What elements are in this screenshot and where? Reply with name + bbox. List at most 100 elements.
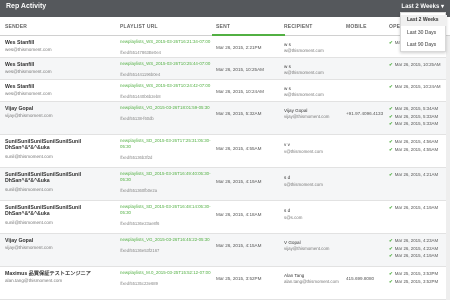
open-entry: ✔ Mar 26, 2015, 4:19AM	[389, 253, 438, 259]
open-timestamp: Mar 26, 2015, 10:25AM	[394, 62, 441, 67]
recipient-name: v v	[284, 142, 290, 147]
open-entry: ✔ Mar 25, 2015, 3:53PM	[389, 271, 438, 277]
table-row[interactable]: Vijay Gopal vijay@thismoment.com newplayli…	[0, 102, 450, 135]
sender-name: Wes Stanfill	[5, 62, 35, 68]
playlist-link[interactable]: newplaylists_M.0_2015-03-25T15:52:12-07:…	[120, 270, 212, 276]
open-timestamp: Mar 26, 2015, 4:21AM	[394, 172, 439, 177]
playlist-url[interactable]: /fxed/551440b6b2eb8	[120, 94, 161, 99]
recipient-name: V Gopal	[284, 240, 301, 245]
open-entry: ✔ Mar 26, 2015, 10:24AM	[389, 84, 441, 90]
sender-email: sunil@thismoment.com	[5, 187, 53, 192]
table-row[interactable]: Maximus 品質保証テストエンジニア alan.tang@thismoment…	[0, 267, 450, 300]
recipient-email: w@thismoment.com	[284, 70, 324, 75]
recipient-name: w s	[284, 64, 291, 69]
option-last-30-days[interactable]: Last 30 Days	[401, 28, 447, 39]
sender-name: SuniISuniISuniISuniISuniISuniI DhSan^&*&…	[5, 205, 82, 217]
playlist-url[interactable]: /fxed/55136b3f2d	[120, 155, 152, 160]
playlist-link[interactable]: newplaylists_WS_2015-03-26T10:24:42-07:0…	[120, 83, 212, 89]
check-icon: ✔	[389, 113, 393, 119]
open-entry: ✔ Mar 26, 2015, 4:55AM	[389, 147, 438, 153]
recipient-email: vijay@thismoment.com	[284, 246, 330, 251]
mobile-number: 415.699.8080	[346, 276, 375, 281]
open-timestamp: Mar 26, 2015, 4:22AM	[394, 245, 439, 251]
recipient-name: Alan Tang	[284, 273, 305, 278]
playlist-link[interactable]: newplaylists_WS_2015-03-26T10:25:44-07:0…	[120, 61, 212, 67]
column-recipient[interactable]: RECIPIENT	[284, 24, 312, 30]
open-timestamp: Mar 26, 2015, 5:33AM	[394, 121, 439, 126]
sent-date: Mar 26, 2015, 4:18AM	[216, 212, 262, 217]
playlist-link[interactable]: newplaylists_WS_2015-03-26T16:21:34-07:0…	[120, 39, 212, 45]
open-entry: ✔ Mar 26, 2015, 10:25AM	[389, 62, 441, 68]
check-icon: ✔	[389, 172, 393, 177]
check-icon: ✔	[389, 245, 393, 251]
playlist-link[interactable]: newplaylists_VG_2015-03-26T18:01:59-05:3…	[120, 105, 212, 111]
playlist-url[interactable]: /fxed/551360fb0e2a	[120, 188, 157, 193]
mobile-number: +91.97.4096.4133	[346, 111, 384, 116]
playlist-url[interactable]: /fxed/55135c23e689	[120, 281, 158, 286]
table-row[interactable]: SuniISuniISuniISuniISuniISuniI DhSan^&*&…	[0, 201, 450, 234]
recipient-name: s d	[284, 208, 291, 213]
open-entry: ✔ Mar 26, 2015, 5:33AM	[389, 114, 438, 120]
recipient-name: Vijay Gopal	[284, 108, 308, 113]
scrollbar[interactable]	[446, 36, 450, 300]
sent-date: Mar 26, 2015, 5:32AM	[216, 111, 262, 116]
sender-email: vijay@thismoment.com	[5, 245, 53, 250]
playlist-url[interactable]: /fxed/55136e23ae8f6	[120, 221, 159, 226]
recipient-name: w s	[284, 86, 291, 91]
playlist-link[interactable]: newplaylists_SD_2015-03-26T17:25:31:05:3…	[120, 138, 212, 149]
open-entry: ✔ Mar 26, 2015, 4:23AM	[389, 238, 438, 244]
recipient-email: v@thismoment.com	[284, 149, 323, 154]
sender-name: SuniISuniISuniISuniISuniISuniI DhSan^&*&…	[5, 139, 82, 151]
column-sender[interactable]: SENDER	[5, 24, 27, 30]
sender-name: Wes Stanfill	[5, 40, 35, 46]
open-entry: ✔ Mar 26, 2015, 4:22AM	[389, 246, 438, 252]
table-row[interactable]: Wes Stanfill wes@thismoment.com newplaylis…	[0, 36, 450, 58]
recipient-name: s d	[284, 175, 291, 180]
sender-name: Maximus 品質保証テストエンジニア	[5, 271, 91, 277]
playlist-url[interactable]: /fxed/55138-f60db	[120, 116, 154, 121]
recipient-email: s@thismoment.com	[284, 182, 323, 187]
table-row[interactable]: Vijay Gopal vijay@thismoment.com newplayli…	[0, 234, 450, 267]
sent-date: Mar 26, 2015, 10:24AM	[216, 89, 265, 94]
table-row[interactable]: SuniISuniISuniISuniISuniISuniI DhSan^&*&…	[0, 135, 450, 168]
playlist-link[interactable]: newplaylists_VG_2015-03-26T16:45:22-05:3…	[120, 237, 212, 243]
date-range-button[interactable]: Last 2 Weeks ▾	[401, 3, 444, 10]
check-icon: ✔	[389, 121, 393, 126]
sent-date: Mar 26, 2015, 4:15AM	[216, 243, 262, 248]
open-entry: ✔ Mar 26, 2015, 4:21AM	[389, 172, 438, 178]
sender-name: SuniISuniISuniISuniISuniISuniI DhSan^&*&…	[5, 172, 82, 184]
playlist-url[interactable]: /fxed/55147863Be0e4	[120, 50, 161, 55]
open-timestamp: Mar 26, 2015, 4:19AM	[394, 205, 439, 210]
sender-email: sunil@thismoment.com	[5, 220, 53, 225]
check-icon: ✔	[389, 40, 393, 45]
check-icon: ✔	[389, 205, 393, 210]
open-timestamp: Mar 26, 2015, 10:24AM	[394, 84, 441, 89]
check-icon: ✔	[389, 253, 393, 258]
sender-email: wes@thismoment.com	[5, 69, 52, 74]
recipient-email: w@thismoment.com	[284, 48, 324, 53]
playlist-url[interactable]: /fxed/55136e53f2167	[120, 248, 159, 253]
open-timestamp: Mar 26, 2015, 4:55AM	[394, 146, 439, 152]
playlist-url[interactable]: /fxed/551441196b0e4	[120, 72, 160, 77]
sender-email: sunil@thismoment.com	[5, 154, 53, 159]
activity-table: Wes Stanfill wes@thismoment.com newplaylis…	[0, 36, 450, 300]
check-icon: ✔	[389, 62, 393, 67]
playlist-link[interactable]: newplaylists_SD_2015-03-26T16:49:40:05:3…	[120, 171, 212, 182]
check-icon: ✔	[389, 238, 393, 243]
sent-date: Mar 26, 2015, 4:19AM	[216, 179, 262, 184]
column-playlist-url[interactable]: PLAYLIST URL	[120, 24, 158, 30]
playlist-link[interactable]: newplaylists_SD_2015-03-26T16:48:14:05:3…	[120, 204, 212, 215]
open-timestamp: Mar 26, 2015, 4:23AM	[394, 238, 439, 243]
table-row[interactable]: SuniISuniISuniISuniISuniISuniI DhSan^&*&…	[0, 168, 450, 201]
open-entry: ✔ Mar 25, 2015, 3:52PM	[389, 279, 438, 285]
recipient-email: alan.tang@thismoment.com	[284, 279, 339, 284]
open-timestamp: Mar 25, 2015, 3:52PM	[394, 278, 439, 284]
table-row[interactable]: Wes Stanfill wes@thismoment.com newplaylis…	[0, 58, 450, 80]
sender-email: wes@thismoment.com	[5, 47, 52, 52]
column-sent[interactable]: SENT	[216, 24, 230, 30]
table-row[interactable]: Wes Stanfill wes@thismoment.com newplaylis…	[0, 80, 450, 102]
column-mobile[interactable]: MOBILE	[346, 24, 367, 30]
option-last-90-days[interactable]: Last 90 Days	[401, 40, 447, 51]
sender-name: Vijay Gopal	[5, 238, 34, 244]
option-last-2-weeks[interactable]: Last 2 Weeks	[401, 15, 447, 26]
